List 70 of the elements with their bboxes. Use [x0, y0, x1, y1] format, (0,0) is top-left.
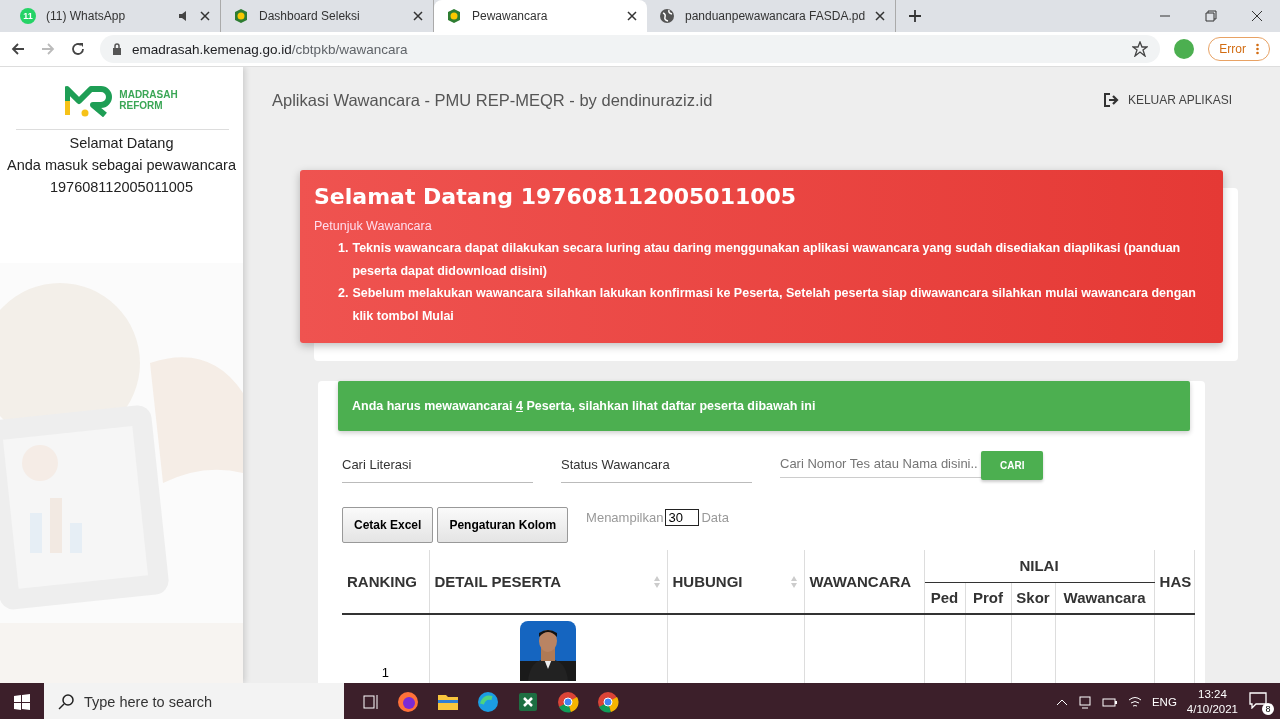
instructions-heading: Petunjuk Wawancara — [314, 219, 433, 233]
notification-icon[interactable] — [1248, 690, 1268, 709]
language-indicator[interactable]: ENG — [1151, 695, 1177, 708]
globe-icon — [659, 8, 675, 24]
task-view-icon[interactable] — [362, 692, 380, 711]
profile-avatar[interactable] — [1174, 39, 1195, 59]
logout-icon[interactable] — [1103, 93, 1120, 107]
column-header[interactable]: HUBUNGI — [667, 550, 804, 614]
lock-icon — [112, 43, 122, 55]
emblem-icon — [233, 8, 249, 24]
greeting-text: Selamat Datang — [68, 134, 175, 153]
column-header[interactable]: HAS — [1154, 550, 1195, 614]
battery-icon[interactable] — [1101, 695, 1118, 708]
info-banner: Anda harus mewawancarai 4 Peserta, silahkan lihat daftar peserta dibawah ini — [338, 381, 1190, 431]
clock-time[interactable]: 13:24 — [1198, 686, 1227, 702]
close-icon[interactable] — [413, 11, 423, 21]
back-icon[interactable] — [10, 41, 26, 57]
page-size-field[interactable]: 30 — [665, 508, 700, 526]
chat-badge-icon: 11 — [20, 8, 36, 24]
status-filter[interactable]: Status Wawancara — [561, 451, 752, 483]
windows-icon[interactable] — [14, 693, 30, 710]
list-marker: 2. — [338, 285, 349, 302]
export-excel-button[interactable]: Cetak Excel — [342, 507, 434, 543]
column-header: NILAI — [924, 550, 1155, 582]
browser-tab[interactable]: Pewawancara — [434, 0, 647, 32]
show-label: Menampilkan — [586, 509, 664, 525]
chevron-up-icon[interactable] — [1055, 697, 1068, 706]
welcome-heading: Selamat Datang 197608112005011005 — [314, 184, 798, 209]
user-id-text: 197608112005011005 — [49, 178, 194, 197]
search-field[interactable]: Cari Nomor Tes atau Nama disini.. — [780, 451, 981, 478]
wifi-icon[interactable] — [1127, 695, 1142, 708]
instruction-item: Sebelum melakukan wawancara silahkan lakukan konfirmasi ke Peserta, Setelah peserta siap diwawancara silahkan mulai wawancara dengan klik tombol Mulai — [352, 285, 1197, 325]
search-icon — [58, 693, 74, 710]
column-header[interactable]: Ped — [924, 582, 965, 614]
new-tab-icon[interactable] — [908, 9, 923, 23]
column-header[interactable]: Wawancara — [1055, 582, 1155, 614]
column-header[interactable]: Prof — [965, 582, 1011, 614]
list-marker: 1. — [338, 240, 349, 257]
firefox-icon[interactable] — [396, 689, 420, 714]
address-bar[interactable]: emadrasah.kemenag.go.id/cbtpkb/wawancara — [100, 35, 1161, 63]
column-header[interactable]: Skor — [1011, 582, 1055, 614]
column-settings-button[interactable]: Pengaturan Kolom — [437, 507, 569, 543]
logout-button[interactable]: KELUAR APLIKASI — [1097, 92, 1238, 108]
star-icon[interactable] — [1132, 41, 1149, 57]
app-title: Aplikasi Wawancara - PMU REP-MEQR - by dendinuraziz.id — [272, 90, 713, 110]
column-header[interactable]: RANKING — [342, 550, 429, 614]
taskbar-search[interactable]: Type here to search — [44, 683, 344, 719]
literacy-filter[interactable]: Cari Literasi — [342, 451, 533, 483]
reload-icon[interactable] — [70, 41, 86, 57]
logo-text: REFORM — [119, 100, 164, 111]
close-icon[interactable] — [627, 11, 637, 21]
chrome-icon[interactable] — [556, 689, 580, 714]
close-icon[interactable] — [1251, 10, 1263, 22]
instruction-item: Teknis wawancara dapat dilakukan secara luring atau daring menggunakan aplikasi wawancara yang sudah disediakan diaplikasi (panduan peserta dapat didownload disini) — [352, 240, 1182, 280]
table-cell: 1 — [381, 665, 389, 680]
role-text: Anda masuk sebagai pewawancara — [6, 156, 237, 175]
column-header[interactable]: WAWANCARA — [804, 550, 924, 614]
notification-count: 8 — [1262, 702, 1274, 715]
emblem-icon — [446, 8, 462, 24]
data-label: Data — [701, 509, 729, 525]
logo-text: MADRASAH — [119, 89, 178, 100]
clock-date[interactable]: 4/10/2021 — [1186, 701, 1238, 717]
close-icon[interactable] — [875, 11, 886, 21]
restore-icon[interactable] — [1205, 10, 1217, 22]
close-icon[interactable] — [200, 11, 210, 21]
chrome-icon[interactable] — [596, 689, 620, 714]
profile-status-button[interactable]: Error — [1208, 37, 1270, 61]
column-header[interactable]: DETAIL PESERTA — [429, 550, 667, 614]
more-icon[interactable] — [1256, 43, 1259, 55]
edge-icon[interactable] — [476, 689, 500, 714]
